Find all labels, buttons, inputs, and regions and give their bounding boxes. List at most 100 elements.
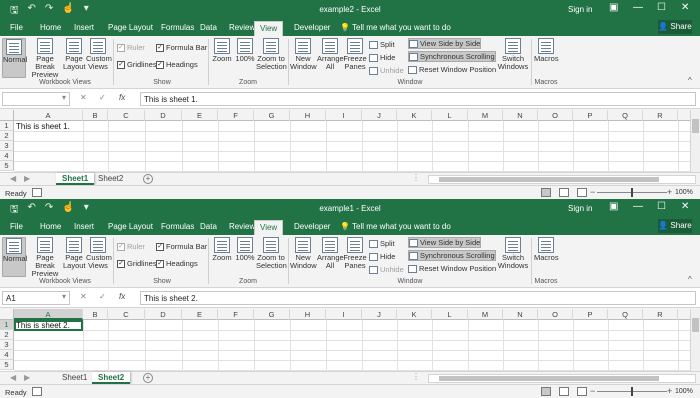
freeze-panes-button[interactable]: Freeze Panes	[343, 38, 367, 71]
column-header-g[interactable]: G	[254, 309, 290, 320]
column-header-r[interactable]: R	[643, 110, 678, 121]
custom-views-button[interactable]: Custom Views	[86, 38, 112, 71]
sign-in-link[interactable]: Sign in	[568, 5, 592, 14]
select-all-corner[interactable]	[0, 110, 14, 121]
vertical-scrollbar[interactable]	[690, 309, 700, 371]
macros-button[interactable]: Macros	[534, 237, 559, 262]
arrange-all-button[interactable]: Arrange All	[317, 237, 344, 270]
tab-data[interactable]: Data	[200, 222, 217, 231]
tab-review[interactable]: Review	[229, 23, 255, 32]
page-layout-button[interactable]: Page Layout	[63, 38, 86, 71]
column-header-b[interactable]: B	[83, 309, 108, 320]
column-header-j[interactable]: J	[362, 110, 397, 121]
reset-window-position-button[interactable]: Reset Window Position	[408, 65, 496, 74]
tab-file[interactable]: File	[10, 222, 23, 231]
column-header-k[interactable]: K	[397, 309, 432, 320]
sheet-tab-sheet2[interactable]: Sheet2	[92, 372, 131, 384]
new-window-button[interactable]: New Window	[290, 38, 317, 71]
split-button[interactable]: Split	[369, 40, 395, 49]
scroll-thumb[interactable]	[439, 376, 659, 381]
zoom-level[interactable]: 100%	[675, 388, 693, 395]
column-header-l[interactable]: L	[432, 110, 468, 121]
column-header-h[interactable]: H	[290, 110, 326, 121]
column-header-e[interactable]: E	[182, 110, 218, 121]
enter-icon[interactable]: ✓	[99, 93, 106, 102]
arrange-all-button[interactable]: Arrange All	[317, 38, 344, 71]
column-header-k[interactable]: K	[397, 110, 432, 121]
headings-checkbox[interactable]: ✓ Headings	[156, 259, 198, 268]
sheet-tab-sheet2[interactable]: Sheet2	[92, 173, 129, 185]
ruler-checkbox[interactable]: ✓ Ruler	[117, 242, 145, 251]
column-header-h[interactable]: H	[290, 309, 326, 320]
tab-page-layout[interactable]: Page Layout	[108, 222, 153, 231]
vertical-scrollbar[interactable]	[690, 110, 700, 172]
scroll-thumb[interactable]	[439, 177, 659, 182]
column-header-l[interactable]: L	[432, 309, 468, 320]
macro-record-icon[interactable]	[32, 188, 42, 197]
insert-function-icon[interactable]: fx	[119, 292, 125, 301]
tab-home[interactable]: Home	[40, 23, 61, 32]
ruler-checkbox[interactable]: ✓ Ruler	[117, 43, 145, 52]
formula-input[interactable]: This is sheet 1.	[140, 92, 696, 106]
zoom-to-selection-button[interactable]: Zoom to Selection	[256, 237, 287, 270]
column-header-b[interactable]: B	[83, 110, 108, 121]
enter-icon[interactable]: ✓	[99, 292, 106, 301]
tab-review[interactable]: Review	[229, 222, 255, 231]
add-sheet-icon[interactable]: +	[143, 174, 153, 184]
add-sheet-icon[interactable]: +	[143, 373, 153, 383]
zoom-level[interactable]: 100%	[675, 189, 693, 196]
column-header-m[interactable]: M	[468, 309, 503, 320]
zoom-slider-knob[interactable]	[631, 188, 633, 197]
page-layout-status-icon[interactable]	[559, 188, 569, 197]
synchronous-scrolling-button[interactable]: Synchronous Scrolling	[408, 51, 496, 62]
maximize-icon[interactable]: ☐	[657, 201, 666, 212]
tab-insert[interactable]: Insert	[74, 23, 94, 32]
reset-window-position-button[interactable]: Reset Window Position	[408, 264, 496, 273]
column-header-c[interactable]: C	[108, 309, 145, 320]
row-header-3[interactable]: 3	[0, 340, 14, 350]
cancel-icon[interactable]: ✕	[80, 93, 87, 102]
formula-input[interactable]: This is sheet 2.	[140, 291, 696, 305]
formula-bar-checkbox[interactable]: ✓ Formula Bar	[156, 242, 207, 251]
sheet-tab-sheet1[interactable]: Sheet1	[56, 372, 93, 384]
normal-view-button[interactable]: Normal	[2, 38, 27, 78]
worksheet-grid[interactable]: A B C D E F G H I J K L M N O P Q R 1 2 3 4 5 This is sheet 2.	[0, 309, 700, 371]
horizontal-scrollbar[interactable]	[428, 175, 696, 184]
column-header-i[interactable]: I	[326, 309, 362, 320]
scroll-thumb[interactable]	[692, 318, 699, 332]
share-button[interactable]: 👤 Share	[658, 20, 692, 34]
tab-view[interactable]: View	[254, 220, 284, 236]
column-header-p[interactable]: P	[573, 110, 608, 121]
zoom-button[interactable]: Zoom	[211, 38, 233, 63]
view-side-by-side-button[interactable]: View Side by Side	[408, 237, 482, 248]
zoom-slider-knob[interactable]	[631, 387, 633, 396]
macros-button[interactable]: Macros	[534, 38, 559, 63]
column-header-f[interactable]: F	[218, 110, 254, 121]
page-break-preview-button[interactable]: Page Break Preview	[29, 237, 61, 278]
unhide-button[interactable]: Unhide	[369, 265, 404, 274]
column-header-d[interactable]: D	[145, 110, 182, 121]
freeze-panes-button[interactable]: Freeze Panes	[343, 237, 367, 270]
zoom-button[interactable]: Zoom	[211, 237, 233, 262]
zoom-in-icon[interactable]: +	[667, 187, 672, 197]
split-handle-icon[interactable]: ⋮	[412, 372, 420, 381]
name-box[interactable]: A1	[2, 291, 70, 305]
column-header-c[interactable]: C	[108, 110, 145, 121]
sheet-prev-icon[interactable]: ◀	[10, 373, 16, 382]
sheet-tab-sheet1[interactable]: Sheet1	[56, 173, 95, 185]
tab-developer[interactable]: Developer	[294, 23, 330, 32]
horizontal-scrollbar[interactable]	[428, 374, 696, 383]
normal-view-status-icon[interactable]	[541, 188, 551, 197]
zoom-in-icon[interactable]: +	[667, 386, 672, 396]
row-header-2[interactable]: 2	[0, 131, 14, 141]
row-header-4[interactable]: 4	[0, 151, 14, 161]
ribbon-display-icon[interactable]: ▣	[609, 2, 618, 13]
ribbon-display-icon[interactable]: ▣	[609, 201, 618, 212]
column-header-p[interactable]: P	[573, 309, 608, 320]
close-icon[interactable]: ✕	[681, 2, 689, 13]
split-handle-icon[interactable]: ⋮	[412, 173, 420, 182]
sheet-next-icon[interactable]: ▶	[24, 174, 30, 183]
name-box-dropdown-icon[interactable]: ▾	[62, 292, 66, 301]
switch-windows-button[interactable]: Switch Windows	[497, 237, 529, 270]
column-header-o[interactable]: O	[538, 309, 573, 320]
